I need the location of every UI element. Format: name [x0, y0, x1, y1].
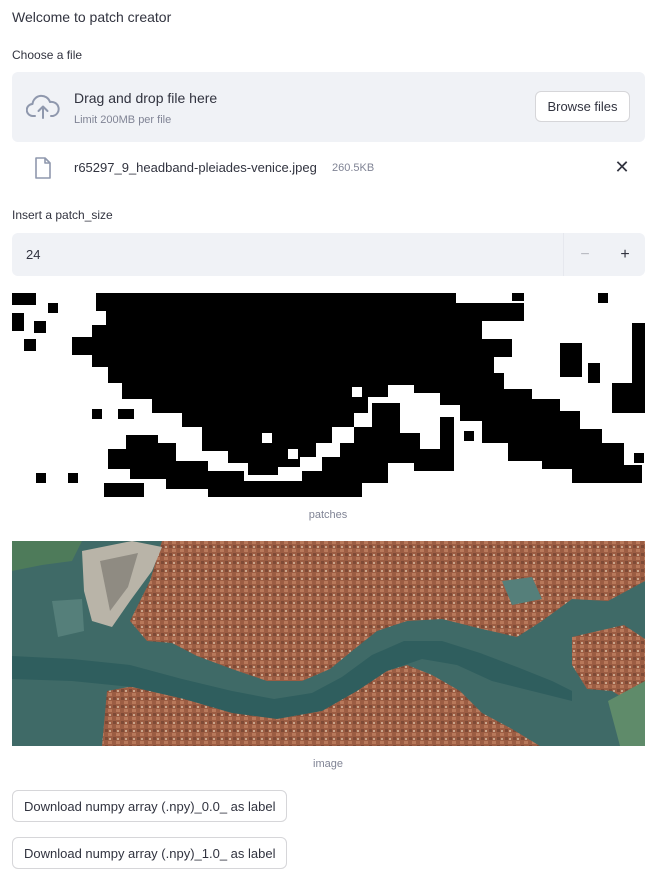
- uploaded-file-size: 260.5KB: [332, 162, 375, 174]
- download-label-1-button[interactable]: Download numpy array (.npy)_1.0_ as labe…: [12, 837, 288, 869]
- image-caption: image: [313, 758, 343, 770]
- increment-button[interactable]: +: [605, 233, 645, 276]
- patch-size-input[interactable]: [12, 233, 563, 276]
- browse-files-button[interactable]: Browse files: [535, 91, 630, 122]
- stepper-divider: [563, 233, 564, 276]
- dropzone-limit: Limit 200MB per file: [74, 114, 172, 126]
- uploaded-file-row: r65297_9_headband-pleiades-venice.jpeg 2…: [12, 150, 645, 188]
- file-uploader-label: Choose a file: [12, 48, 83, 62]
- file-icon: [35, 157, 51, 179]
- dropzone-title: Drag and drop file here: [74, 90, 218, 106]
- satellite-image: [12, 541, 645, 746]
- decrement-button[interactable]: −: [565, 233, 605, 276]
- patches-image: [12, 293, 645, 497]
- page-title: Welcome to patch creator: [12, 9, 172, 25]
- close-icon[interactable]: ✕: [612, 156, 632, 178]
- cloud-upload-icon: [26, 94, 60, 119]
- uploaded-file-name: r65297_9_headband-pleiades-venice.jpeg: [74, 160, 317, 175]
- patches-caption: patches: [308, 509, 348, 521]
- download-label-0-button[interactable]: Download numpy array (.npy)_0.0_ as labe…: [12, 790, 288, 822]
- patch-size-number-input: − +: [12, 233, 645, 276]
- file-dropzone[interactable]: Drag and drop file here Limit 200MB per …: [12, 72, 645, 142]
- patch-size-label: Insert a patch_size: [12, 208, 113, 222]
